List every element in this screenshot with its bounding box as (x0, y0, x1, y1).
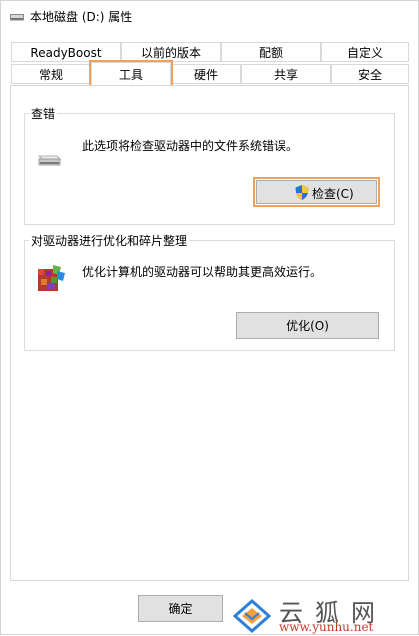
hard-drive-icon (38, 155, 61, 166)
check-button-highlight (253, 177, 380, 207)
tab-tools-highlight (89, 60, 173, 87)
optimize-button[interactable]: 优化(O) (236, 312, 379, 339)
optimize-title: 对驱动器进行优化和碎片整理 (29, 232, 190, 249)
tab-previous-versions[interactable]: 以前的版本 (121, 42, 221, 62)
window-title: 本地磁盘 (D:) 属性 (30, 10, 133, 24)
fox-logo-icon (233, 599, 271, 633)
tab-sharing[interactable]: 共享 (241, 64, 331, 84)
tab-general[interactable]: 常规 (11, 64, 91, 84)
tab-hardware[interactable]: 硬件 (171, 64, 241, 84)
error-checking-group: 查错 此选项将检查驱动器中的文件系统错误。 检查(C) (24, 105, 395, 225)
tab-quota[interactable]: 配额 (221, 42, 321, 62)
tab-customize[interactable]: 自定义 (321, 42, 409, 62)
tools-panel: 查错 此选项将检查驱动器中的文件系统错误。 检查(C) 对驱动器进行优化和碎片整… (10, 85, 409, 581)
watermark: 云狐网 www.yunhu.net (231, 593, 419, 636)
title-bar: 本地磁盘 (D:) 属性 (1, 1, 418, 31)
tab-security[interactable]: 安全 (331, 64, 409, 84)
watermark-url: www.yunhu.net (279, 620, 374, 634)
tab-readyboost[interactable]: ReadyBoost (11, 42, 121, 62)
defrag-icon (38, 265, 65, 291)
optimize-description: 优化计算机的驱动器可以帮助其更高效运行。 (82, 265, 323, 279)
properties-window: 本地磁盘 (D:) 属性 ReadyBoost 以前的版本 配额 自定义 常规 … (0, 0, 419, 635)
drive-icon (10, 14, 24, 21)
error-checking-title: 查错 (29, 105, 58, 122)
optimize-group: 对驱动器进行优化和碎片整理 优化计算机的驱动器可以帮助其更高效运行。 优化(O) (24, 232, 395, 351)
ok-button[interactable]: 确定 (138, 595, 223, 622)
error-checking-description: 此选项将检查驱动器中的文件系统错误。 (82, 139, 299, 153)
tab-strip: ReadyBoost 以前的版本 配额 自定义 常规 工具 硬件 共享 安全 (1, 42, 418, 87)
